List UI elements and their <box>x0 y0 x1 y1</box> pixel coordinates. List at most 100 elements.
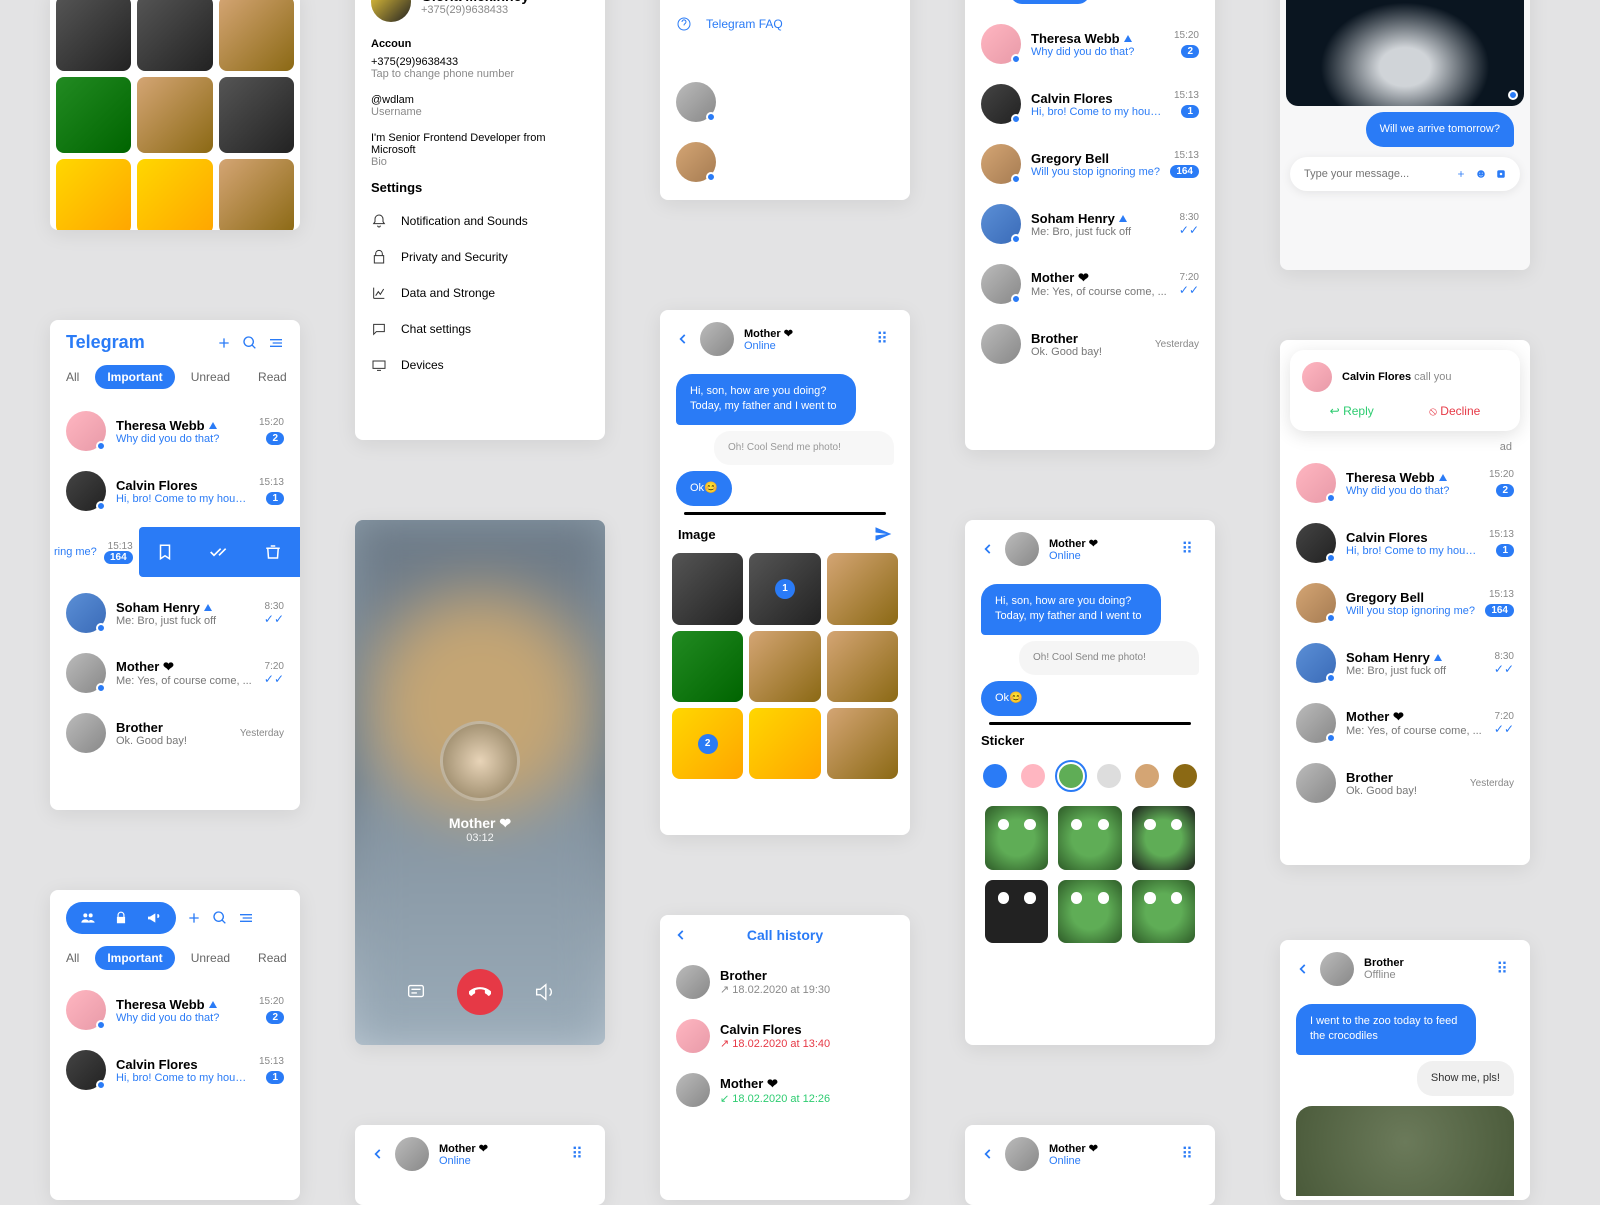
account-phone[interactable]: +375(29)9638433 <box>371 56 589 68</box>
profile-avatar[interactable] <box>371 0 411 22</box>
trash-icon[interactable] <box>264 543 282 561</box>
sticker[interactable] <box>985 880 1048 943</box>
bio-text[interactable]: I'm Senior Frontend Developer from Micro… <box>371 132 589 156</box>
chat-row-calvin[interactable]: Calvin FloresHi, bro! Come to my house! … <box>50 461 300 521</box>
decline-button[interactable]: ⦸ Decline <box>1429 404 1480 419</box>
msg-bubble-out[interactable]: Show me, pls! <box>1417 1061 1514 1096</box>
more-icon[interactable]: ⠿ <box>571 1144 589 1164</box>
settings-notifications[interactable]: Notification and Sounds <box>355 203 605 239</box>
gallery-cell[interactable] <box>137 77 212 152</box>
chat-icon[interactable] <box>405 981 427 1003</box>
image-cell[interactable] <box>672 631 743 702</box>
msg-bubble-in[interactable]: Hi, son, how are you doing? Today, my fa… <box>981 584 1161 635</box>
image-cell[interactable]: 2 <box>672 708 743 779</box>
tab-important[interactable]: Important <box>1010 0 1089 4</box>
car-image[interactable] <box>1286 0 1524 106</box>
sticker[interactable] <box>1132 880 1195 943</box>
back-icon[interactable] <box>1296 962 1310 976</box>
gallery-cell[interactable] <box>219 77 294 152</box>
chat-row-partial[interactable] <box>660 132 910 192</box>
tab-unread[interactable]: Unread <box>179 365 242 389</box>
more-icon[interactable]: ⠿ <box>1181 539 1199 559</box>
sticker-cat[interactable] <box>1021 764 1045 788</box>
chat-row-brother[interactable]: BrotherOk. Good bay! Yesterday <box>50 703 300 763</box>
people-icon[interactable] <box>80 910 96 926</box>
message-input[interactable] <box>1304 168 1446 180</box>
chat-row-theresa[interactable]: Theresa WebbWhy did you do that? 15:202 <box>50 401 300 461</box>
menu-faq[interactable]: Telegram FAQ <box>660 6 910 42</box>
sticker-cat[interactable] <box>983 764 1007 788</box>
sticker[interactable] <box>1132 806 1195 869</box>
avatar[interactable] <box>1320 952 1354 986</box>
tab-unread[interactable]: Unread <box>1094 0 1157 4</box>
search-icon[interactable] <box>212 910 228 926</box>
reply-button[interactable]: ↩ Reply <box>1330 404 1374 419</box>
plus-icon[interactable] <box>216 335 232 351</box>
chat-row[interactable]: Mother ❤Me: Yes, of course come, ...7:20… <box>965 254 1215 314</box>
sticker[interactable] <box>1058 806 1121 869</box>
gallery-cell[interactable] <box>219 0 294 71</box>
sticker-cat-selected[interactable] <box>1059 764 1083 788</box>
chat-row[interactable]: Gregory BellWill you stop ignoring me?15… <box>965 134 1215 194</box>
chat-row[interactable]: Soham HenryMe: Bro, just fuck off8:30✓✓ <box>1280 633 1530 693</box>
call-row[interactable]: Calvin Flores↗ 18.02.2020 at 13:40 <box>660 1009 910 1063</box>
chat-row[interactable]: BrotherOk. Good bay!Yesterday <box>1280 753 1530 813</box>
chat-row[interactable]: BrotherOk. Good bay!Yesterday <box>965 314 1215 374</box>
chat-row[interactable]: Theresa WebbWhy did you do that?15:202 <box>1280 453 1530 513</box>
croc-image[interactable] <box>1296 1106 1514 1196</box>
sticker[interactable] <box>1058 880 1121 943</box>
more-icon[interactable]: ⠿ <box>1496 959 1514 979</box>
more-icon[interactable]: ⠿ <box>876 329 894 349</box>
chat-row[interactable]: Gregory BellWill you stop ignoring me?15… <box>1280 573 1530 633</box>
image-cell[interactable] <box>827 708 898 779</box>
msg-bubble-in[interactable]: I went to the zoo today to feed the croc… <box>1296 1004 1476 1055</box>
gallery-cell[interactable] <box>56 159 131 230</box>
send-icon[interactable] <box>874 525 892 543</box>
call-row[interactable]: Mother ❤↙ 18.02.2020 at 12:26 <box>660 1063 910 1117</box>
chat-row[interactable]: Calvin FloresHi, bro! Come to my house! … <box>50 1040 300 1100</box>
bookmark-icon[interactable] <box>156 543 174 561</box>
back-icon[interactable] <box>371 1147 385 1161</box>
tab-unread[interactable]: Unread <box>179 946 242 970</box>
gallery-cell[interactable] <box>137 0 212 71</box>
back-icon[interactable] <box>674 928 688 942</box>
chat-row-soham[interactable]: Soham HenryMe: Bro, just fuck off 8:30✓✓ <box>50 583 300 643</box>
avatar[interactable] <box>1005 1137 1039 1171</box>
back-icon[interactable] <box>981 1147 995 1161</box>
tab-all[interactable]: All <box>54 365 91 389</box>
sticker-cat[interactable] <box>1173 764 1197 788</box>
read-icon[interactable] <box>209 542 229 562</box>
chat-row-partial[interactable] <box>660 72 910 132</box>
image-cell[interactable] <box>672 553 743 624</box>
chat-row[interactable]: Theresa WebbWhy did you do that? 15:202 <box>50 980 300 1040</box>
mic-icon[interactable] <box>1496 167 1506 181</box>
settings-devices[interactable]: Devices <box>355 347 605 383</box>
megaphone-icon[interactable] <box>146 910 162 926</box>
image-cell[interactable] <box>827 553 898 624</box>
back-icon[interactable] <box>981 542 995 556</box>
sticker-cat[interactable] <box>1135 764 1159 788</box>
more-icon[interactable]: ⠿ <box>1181 1144 1199 1164</box>
speaker-icon[interactable] <box>533 981 555 1003</box>
chat-row-mother[interactable]: Mother ❤Me: Yes, of course come, ... 7:2… <box>50 643 300 703</box>
settings-privacy[interactable]: Privaty and Security <box>355 239 605 275</box>
settings-data[interactable]: Data and Stronge <box>355 275 605 311</box>
image-cell[interactable]: 1 <box>749 553 820 624</box>
sticker-cat[interactable] <box>1097 764 1121 788</box>
msg-bubble-in[interactable]: Will we arrive tomorrow? <box>1366 112 1514 147</box>
tab-read[interactable]: Read <box>246 365 299 389</box>
menu-icon[interactable] <box>238 910 254 926</box>
gallery-cell[interactable] <box>137 159 212 230</box>
chat-row[interactable]: Calvin FloresHi, bro! Come to my house!1… <box>1280 513 1530 573</box>
tab-important[interactable]: Important <box>95 946 174 970</box>
tab-read[interactable]: Read <box>246 946 299 970</box>
msg-bubble-in[interactable]: Ok😊 <box>676 471 732 506</box>
chat-row[interactable]: Calvin FloresHi, bro! Come to my house!1… <box>965 74 1215 134</box>
search-icon[interactable] <box>242 335 258 351</box>
chat-row[interactable]: Theresa WebbWhy did you do that?15:202 <box>965 14 1215 74</box>
plus-icon[interactable] <box>186 910 202 926</box>
sticker[interactable] <box>985 806 1048 869</box>
tab-important[interactable]: Important <box>95 365 174 389</box>
call-row[interactable]: Brother↗ 18.02.2020 at 19:30 <box>660 955 910 1009</box>
avatar[interactable] <box>395 1137 429 1171</box>
